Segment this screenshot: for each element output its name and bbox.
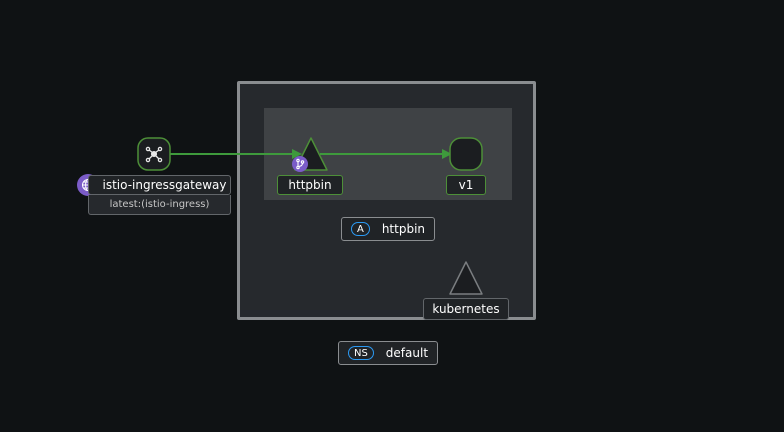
v1-workload-label[interactable]: v1 [446,175,486,195]
app-box-label[interactable]: A httpbin [341,217,435,241]
gateway-node[interactable] [137,137,171,171]
httpbin-service-label[interactable]: httpbin [277,175,343,195]
gateway-label[interactable]: istio-ingressgateway [88,175,231,195]
namespace-badge: NS [347,346,374,360]
branch-badge-icon [292,156,308,172]
httpbin-service-name: httpbin [288,178,332,192]
graph-canvas [77,137,483,295]
kubernetes-service-name: kubernetes [432,302,500,316]
v1-workload-name: v1 [458,178,474,192]
gateway-version: latest:(istio-ingress) [109,199,210,210]
kubernetes-service-node[interactable] [449,261,483,295]
namespace-label[interactable]: NS default [338,341,438,365]
app-badge: A [350,222,370,236]
namespace-name: default [385,346,429,360]
gateway-version-label: latest:(istio-ingress) [88,195,231,215]
gateway-name: istio-ingressgateway [102,178,227,192]
v1-workload-node[interactable] [449,137,483,171]
workload-rect-icon [449,137,483,171]
service-triangle-icon [449,261,483,295]
app-name: httpbin [381,222,426,236]
kubernetes-service-label[interactable]: kubernetes [423,298,509,320]
